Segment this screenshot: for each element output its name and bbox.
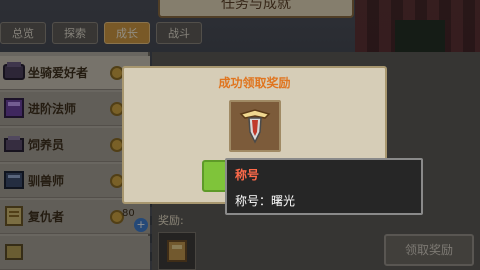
title-badge-icon <box>239 109 271 144</box>
item-tooltip: 称号 称号：曙光 <box>225 158 423 215</box>
tooltip-body: 称号：曙光 <box>235 194 296 208</box>
dialog-title: 成功领取奖励 <box>218 76 291 90</box>
tooltip-title: 称号 <box>235 168 260 182</box>
reward-item-slot[interactable] <box>229 100 281 152</box>
